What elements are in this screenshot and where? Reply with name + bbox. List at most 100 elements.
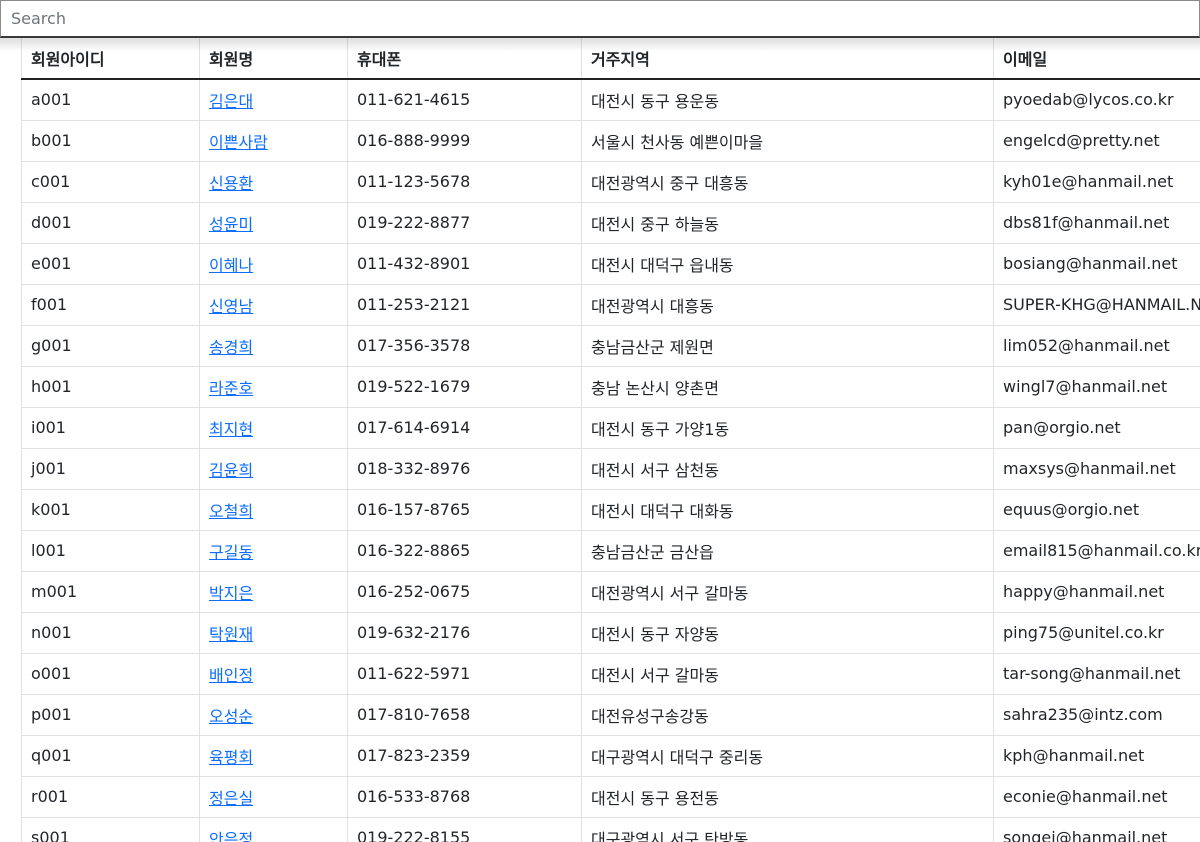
search-bar [0,0,1200,38]
member-name-cell: 오성순 [199,693,348,735]
region-cell: 대전시 동구 용운동 [581,79,994,120]
member-name-link[interactable]: 이쁜사람 [209,133,268,152]
member-name-cell: 성윤미 [199,201,348,243]
email-cell: wingl7@hanmail.net [993,365,1200,407]
region-cell: 대전시 서구 갈마동 [581,652,994,694]
header-region[interactable]: 거주지역 [581,38,994,80]
header-member-name[interactable]: 회원명 [199,38,348,80]
region-cell: 대전광역시 대흥동 [581,283,994,325]
region-cell: 대전시 서구 삼천동 [581,447,994,489]
member-name-cell: 안은정 [199,816,348,842]
mobile-cell: 011-622-5971 [347,652,582,694]
member-id-cell: f001 [21,283,200,325]
table-row: c001 신용환 011-123-5678 대전광역시 중구 대흥동 kyh01e@ha… [21,160,1200,202]
mobile-cell: 017-356-3578 [347,324,582,366]
region-cell: 대전시 동구 용전동 [581,775,994,817]
member-name-link[interactable]: 구길동 [209,543,253,562]
header-member-id[interactable]: 회원아이디 [21,38,200,80]
member-name-link[interactable]: 오철희 [209,502,253,521]
member-name-link[interactable]: 최지현 [209,420,253,439]
table-row: s001 안은정 019-222-8155 대구광역시 서구 탄방동 songej@ha… [21,816,1200,842]
region-cell: 충남금산군 제원면 [581,324,994,366]
mobile-cell: 019-222-8877 [347,201,582,243]
member-id-cell: g001 [21,324,200,366]
member-name-link[interactable]: 육평회 [209,748,253,767]
member-id-cell: j001 [21,447,200,489]
table-row: d001 성윤미 019-222-8877 대전시 중구 하늘동 dbs81f@hanm… [21,201,1200,243]
table-row: e001 이혜나 011-432-8901 대전시 대덕구 읍내동 bosiang@ha… [21,242,1200,284]
table-row: q001 육평회 017-823-2359 대구광역시 대덕구 중리동 kph@hanm… [21,734,1200,776]
mobile-cell: 017-823-2359 [347,734,582,776]
member-id-cell: k001 [21,488,200,530]
member-name-cell: 라준호 [199,365,348,407]
search-input[interactable] [1,1,1199,36]
member-name-cell: 구길동 [199,529,348,571]
member-id-cell: a001 [21,79,200,120]
member-name-link[interactable]: 안은정 [209,830,253,842]
email-cell: songej@hanmail.net [993,816,1200,842]
mobile-cell: 018-332-8976 [347,447,582,489]
mobile-cell: 019-222-8155 [347,816,582,842]
region-cell: 대전광역시 서구 갈마동 [581,570,994,612]
table-row: g001 송경희 017-356-3578 충남금산군 제원면 lim052@hanma… [21,324,1200,366]
members-table-container[interactable]: 회원아이디 회원명 휴대폰 거주지역 이메일 a001 김은대 011-621-46… [21,38,1200,842]
member-name-link[interactable]: 성윤미 [209,215,253,234]
email-cell: ping75@unitel.co.kr [993,611,1200,653]
region-cell: 대구광역시 대덕구 중리동 [581,734,994,776]
mobile-cell: 011-621-4615 [347,79,582,120]
mobile-cell: 016-322-8865 [347,529,582,571]
member-name-link[interactable]: 오성순 [209,707,253,726]
member-id-cell: h001 [21,365,200,407]
header-mobile[interactable]: 휴대폰 [347,38,582,80]
member-name-cell: 배인정 [199,652,348,694]
email-cell: dbs81f@hanmail.net [993,201,1200,243]
table-body: a001 김은대 011-621-4615 대전시 동구 용운동 pyoedab@lyc… [21,79,1200,842]
table-row: i001 최지현 017-614-6914 대전시 동구 가양1동 pan@orgio.… [21,406,1200,448]
region-cell: 서울시 천사동 예쁜이마을 [581,119,994,161]
region-cell: 대전광역시 중구 대흥동 [581,160,994,202]
email-cell: equus@orgio.net [993,488,1200,530]
member-id-cell: m001 [21,570,200,612]
member-id-cell: b001 [21,119,200,161]
member-name-link[interactable]: 송경희 [209,338,253,357]
member-name-link[interactable]: 이혜나 [209,256,253,275]
member-id-cell: p001 [21,693,200,735]
member-id-cell: o001 [21,652,200,694]
member-name-cell: 신용환 [199,160,348,202]
member-name-link[interactable]: 배인정 [209,666,253,685]
region-cell: 대전시 대덕구 대화동 [581,488,994,530]
mobile-cell: 016-157-8765 [347,488,582,530]
member-id-cell: n001 [21,611,200,653]
table-row: f001 신영남 011-253-2121 대전광역시 대흥동 SUPER-KHG@HA… [21,283,1200,325]
member-name-cell: 김은대 [199,79,348,120]
member-id-cell: c001 [21,160,200,202]
table-row: j001 김윤희 018-332-8976 대전시 서구 삼천동 maxsys@hanm… [21,447,1200,489]
table-row: o001 배인정 011-622-5971 대전시 서구 갈마동 tar-song@ha… [21,652,1200,694]
member-name-link[interactable]: 김윤희 [209,461,253,480]
email-cell: engelcd@pretty.net [993,119,1200,161]
member-id-cell: q001 [21,734,200,776]
email-cell: kyh01e@hanmail.net [993,160,1200,202]
member-name-link[interactable]: 박지은 [209,584,253,603]
mobile-cell: 016-533-8768 [347,775,582,817]
member-name-link[interactable]: 김은대 [209,92,253,111]
member-name-cell: 김윤희 [199,447,348,489]
email-cell: bosiang@hanmail.net [993,242,1200,284]
member-id-cell: s001 [21,816,200,842]
region-cell: 대전시 동구 자양동 [581,611,994,653]
mobile-cell: 011-123-5678 [347,160,582,202]
member-name-link[interactable]: 신용환 [209,174,253,193]
member-name-link[interactable]: 신영남 [209,297,253,316]
member-name-link[interactable]: 정은실 [209,789,253,808]
email-cell: tar-song@hanmail.net [993,652,1200,694]
region-cell: 대전시 동구 가양1동 [581,406,994,448]
member-id-cell: r001 [21,775,200,817]
member-name-link[interactable]: 라준호 [209,379,253,398]
region-cell: 대전시 중구 하늘동 [581,201,994,243]
member-name-cell: 탁원재 [199,611,348,653]
member-name-link[interactable]: 탁원재 [209,625,253,644]
mobile-cell: 016-252-0675 [347,570,582,612]
header-email[interactable]: 이메일 [993,38,1200,80]
members-table: 회원아이디 회원명 휴대폰 거주지역 이메일 a001 김은대 011-621-46… [21,38,1200,842]
email-cell: email815@hanmail.co.kr [993,529,1200,571]
